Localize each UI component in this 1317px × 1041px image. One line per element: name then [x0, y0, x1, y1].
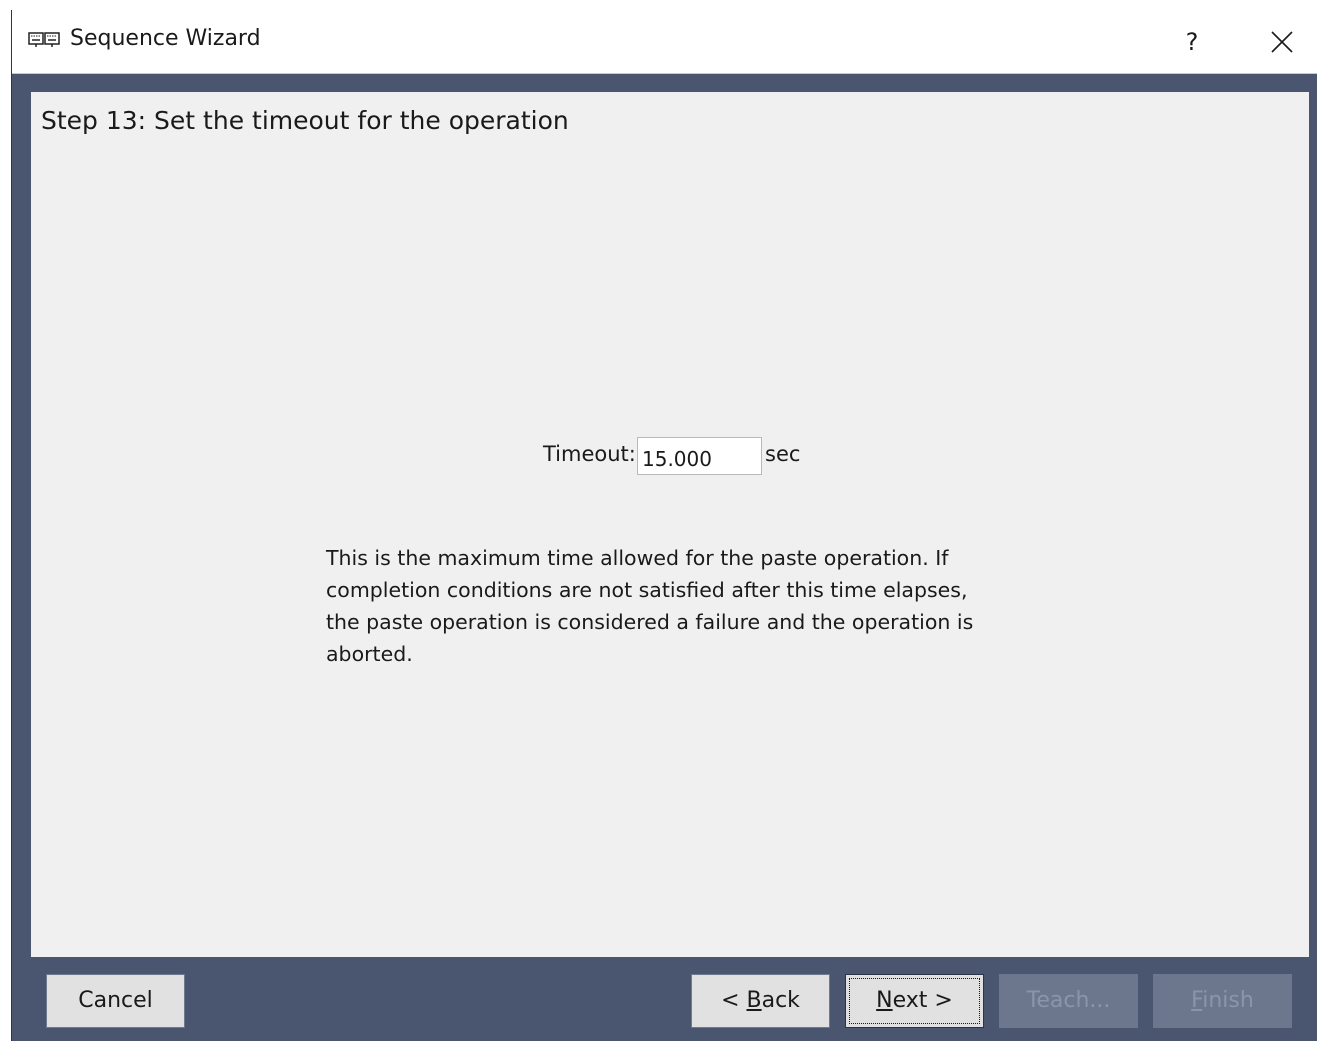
back-button[interactable]: < Back	[691, 974, 830, 1028]
teach-button-label: Teach...	[1026, 988, 1111, 1013]
close-icon	[1271, 31, 1293, 53]
title-bar: Sequence Wizard ?	[12, 10, 1317, 74]
keyboard-icon	[28, 32, 60, 48]
timeout-label: Timeout:	[543, 442, 636, 466]
window-title: Sequence Wizard	[70, 26, 261, 51]
step-title: Step 13: Set the timeout for the operati…	[41, 106, 569, 135]
cancel-button-label: Cancel	[78, 988, 153, 1013]
wizard-content-panel: Step 13: Set the timeout for the operati…	[31, 92, 1309, 957]
description-line: completion conditions are not satisfied …	[326, 578, 968, 602]
back-mnemonic: B	[746, 988, 762, 1013]
cancel-button[interactable]: Cancel	[46, 974, 185, 1028]
timeout-input[interactable]	[637, 437, 762, 475]
background-caption-strip	[0, 0, 1317, 10]
next-rest: ext >	[892, 988, 953, 1013]
finish-mnemonic: F	[1191, 988, 1203, 1013]
sequence-wizard-dialog: Sequence Wizard ? Step 13: Set the timeo…	[11, 10, 1317, 1041]
back-rest: ack	[761, 988, 800, 1013]
timeout-description: This is the maximum time allowed for the…	[326, 542, 1016, 670]
description-line: aborted.	[326, 642, 413, 666]
close-button[interactable]	[1252, 18, 1312, 66]
next-mnemonic: N	[876, 988, 893, 1013]
help-button[interactable]: ?	[1162, 18, 1222, 66]
finish-button[interactable]: Finish	[1153, 974, 1292, 1028]
finish-rest: inish	[1202, 988, 1254, 1013]
timeout-unit-label: sec	[765, 442, 801, 466]
next-button[interactable]: Next >	[845, 974, 984, 1028]
description-line: the paste operation is considered a fail…	[326, 610, 974, 634]
teach-button[interactable]: Teach...	[999, 974, 1138, 1028]
description-line: This is the maximum time allowed for the…	[326, 546, 949, 570]
back-prefix: <	[721, 988, 747, 1013]
